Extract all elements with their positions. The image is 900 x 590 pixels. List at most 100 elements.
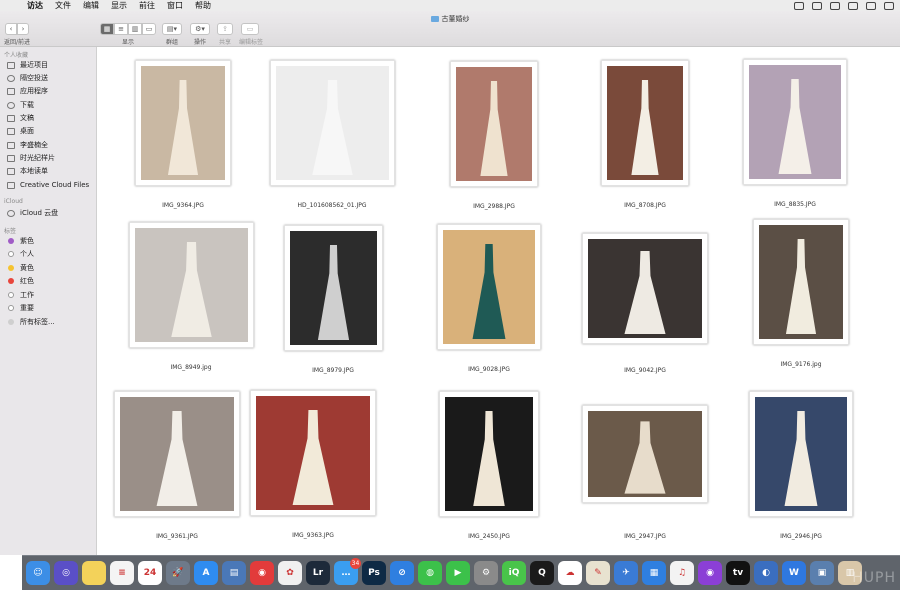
wechat-status-icon[interactable]: [812, 1, 822, 10]
file-name[interactable]: IMG_9176.jpg: [746, 361, 856, 368]
file-thumbnail[interactable]: [743, 59, 847, 185]
sidebar-tag-red[interactable]: 红色: [7, 275, 34, 287]
dock-photo-slideshow-icon[interactable]: ▣: [810, 561, 834, 585]
sidebar-tag-yellow[interactable]: 黄色: [7, 262, 34, 274]
sidebar-item-creative-cloud[interactable]: Creative Cloud Files: [7, 179, 89, 191]
dock-calendar-icon[interactable]: 24: [138, 561, 162, 585]
sidebar-item-documents[interactable]: 文稿: [7, 112, 34, 124]
dock-preview-icon[interactable]: ✎: [586, 561, 610, 585]
dock-keynote-icon[interactable]: ▦: [642, 561, 666, 585]
menu-view[interactable]: 显示: [111, 0, 127, 11]
file-thumbnail[interactable]: [582, 405, 708, 503]
menu-window[interactable]: 窗口: [167, 0, 183, 11]
file-name[interactable]: IMG_9042.JPG: [590, 367, 700, 374]
list-view-button[interactable]: ≡: [114, 23, 128, 35]
action-gear-button[interactable]: ⚙▾: [190, 23, 210, 35]
sidebar-tag-important[interactable]: 重要: [7, 302, 34, 314]
file-name[interactable]: IMG_9363.JPG: [258, 532, 368, 539]
input-method-icon[interactable]: [794, 1, 804, 10]
file-name[interactable]: IMG_8835.JPG: [740, 201, 850, 208]
dock-system-preferences-icon[interactable]: ⚙: [474, 561, 498, 585]
sidebar-item-recents[interactable]: 最近项目: [7, 59, 48, 71]
gallery-view-button[interactable]: ▭: [142, 23, 156, 35]
dock-siri-icon[interactable]: ◎: [54, 561, 78, 585]
file-thumbnail[interactable]: [437, 224, 541, 350]
file-name[interactable]: IMG_9028.JPG: [434, 366, 544, 373]
file-thumbnail[interactable]: [582, 233, 708, 344]
dock-apple-tv-icon[interactable]: tv: [726, 561, 750, 585]
sidebar-item-folder-2[interactable]: 时光纪样片: [7, 152, 55, 164]
file-name[interactable]: IMG_9364.JPG: [128, 202, 238, 209]
menu-file[interactable]: 文件: [55, 0, 71, 11]
sidebar-item-desktop[interactable]: 桌面: [7, 125, 34, 137]
dock-reminders-icon[interactable]: ≡: [110, 561, 134, 585]
file-name[interactable]: IMG_2450.JPG: [434, 533, 544, 540]
file-thumbnail[interactable]: [114, 391, 240, 517]
dock-vpn-icon[interactable]: ◐: [754, 561, 778, 585]
sidebar-tag-work[interactable]: 工作: [7, 289, 34, 301]
wifi-icon[interactable]: [830, 1, 840, 10]
sidebar-tag-purple[interactable]: 紫色: [7, 235, 34, 247]
sidebar-item-airdrop[interactable]: 隔空投送: [7, 72, 48, 84]
dock-qq-icon[interactable]: Q: [530, 561, 554, 585]
file-name[interactable]: IMG_2988.JPG: [439, 203, 549, 210]
dock-launchpad-icon[interactable]: 🚀: [166, 561, 190, 585]
sidebar-all-tags[interactable]: 所有标签...: [7, 316, 55, 328]
dock-lightroom-icon[interactable]: Lr: [306, 561, 330, 585]
battery-icon[interactable]: [848, 1, 858, 10]
sidebar-item-icloud-drive[interactable]: iCloud 云盘: [7, 207, 58, 219]
share-button[interactable]: ⇪: [217, 23, 233, 35]
menu-help[interactable]: 帮助: [195, 0, 211, 11]
file-name[interactable]: IMG_9361.JPG: [122, 533, 232, 540]
icon-view-button[interactable]: ▦: [100, 23, 114, 35]
dock-app-store-icon[interactable]: A: [194, 561, 218, 585]
dock-iqiyi-icon[interactable]: iQ: [502, 561, 526, 585]
dock-file-app-icon[interactable]: ▤: [222, 561, 246, 585]
file-thumbnail[interactable]: [135, 60, 231, 186]
sidebar-item-folder-3[interactable]: 本地读单: [7, 165, 48, 177]
dock-podcasts-icon[interactable]: ◉: [698, 561, 722, 585]
file-thumbnail[interactable]: [129, 222, 254, 348]
file-name[interactable]: IMG_8949.jpg: [136, 364, 246, 371]
dock-notes-icon[interactable]: [82, 561, 106, 585]
file-thumbnail[interactable]: [753, 219, 849, 345]
menu-edit[interactable]: 编辑: [83, 0, 99, 11]
dock-wechat-icon[interactable]: ◍: [418, 561, 442, 585]
file-name[interactable]: HD_101608562_01.JPG: [277, 202, 387, 209]
file-thumbnail[interactable]: [270, 60, 395, 186]
dock-safari-icon[interactable]: ⊘: [390, 561, 414, 585]
file-thumbnail[interactable]: [601, 60, 689, 186]
dock-music-icon[interactable]: ♫: [670, 561, 694, 585]
dock-pin-app-icon[interactable]: ✈: [614, 561, 638, 585]
file-thumbnail[interactable]: [284, 225, 383, 351]
dock-word-app-icon[interactable]: W: [782, 561, 806, 585]
file-name[interactable]: IMG_8979.JPG: [278, 367, 388, 374]
column-view-button[interactable]: ▥: [128, 23, 142, 35]
edit-tags-button[interactable]: ▭: [241, 23, 259, 35]
dock-finder-icon[interactable]: ☺: [26, 561, 50, 585]
dock-baidu-netdisk-icon[interactable]: ☁: [558, 561, 582, 585]
sidebar-item-applications[interactable]: 应用程序: [7, 85, 48, 97]
dock-netease-music-icon[interactable]: ◉: [250, 561, 274, 585]
group-button[interactable]: ▤▾: [162, 23, 182, 35]
file-name[interactable]: IMG_8708.JPG: [590, 202, 700, 209]
forward-button[interactable]: ›: [17, 23, 29, 35]
sidebar-item-folder-1[interactable]: 李盛楠全: [7, 139, 48, 151]
menu-go[interactable]: 前往: [139, 0, 155, 11]
file-name[interactable]: IMG_2946.JPG: [746, 533, 856, 540]
file-thumbnail[interactable]: [450, 61, 538, 187]
dock-photoshop-icon[interactable]: Ps: [362, 561, 386, 585]
file-name[interactable]: IMG_2947.JPG: [590, 533, 700, 540]
file-thumbnail[interactable]: [250, 390, 376, 516]
menu-app-finder[interactable]: 访达: [27, 0, 43, 11]
sidebar-item-downloads[interactable]: 下载: [7, 99, 34, 111]
dock-photos-icon[interactable]: ✿: [278, 561, 302, 585]
dock-facetime-icon[interactable]: ▶: [446, 561, 470, 585]
back-button[interactable]: ‹: [5, 23, 17, 35]
control-center-icon[interactable]: [884, 1, 894, 10]
search-icon[interactable]: [866, 1, 876, 10]
dock-messages-icon[interactable]: … 34: [334, 558, 361, 585]
sidebar-tag-personal[interactable]: 个人: [7, 248, 34, 260]
file-thumbnail[interactable]: [749, 391, 853, 517]
file-thumbnail[interactable]: [439, 391, 539, 517]
